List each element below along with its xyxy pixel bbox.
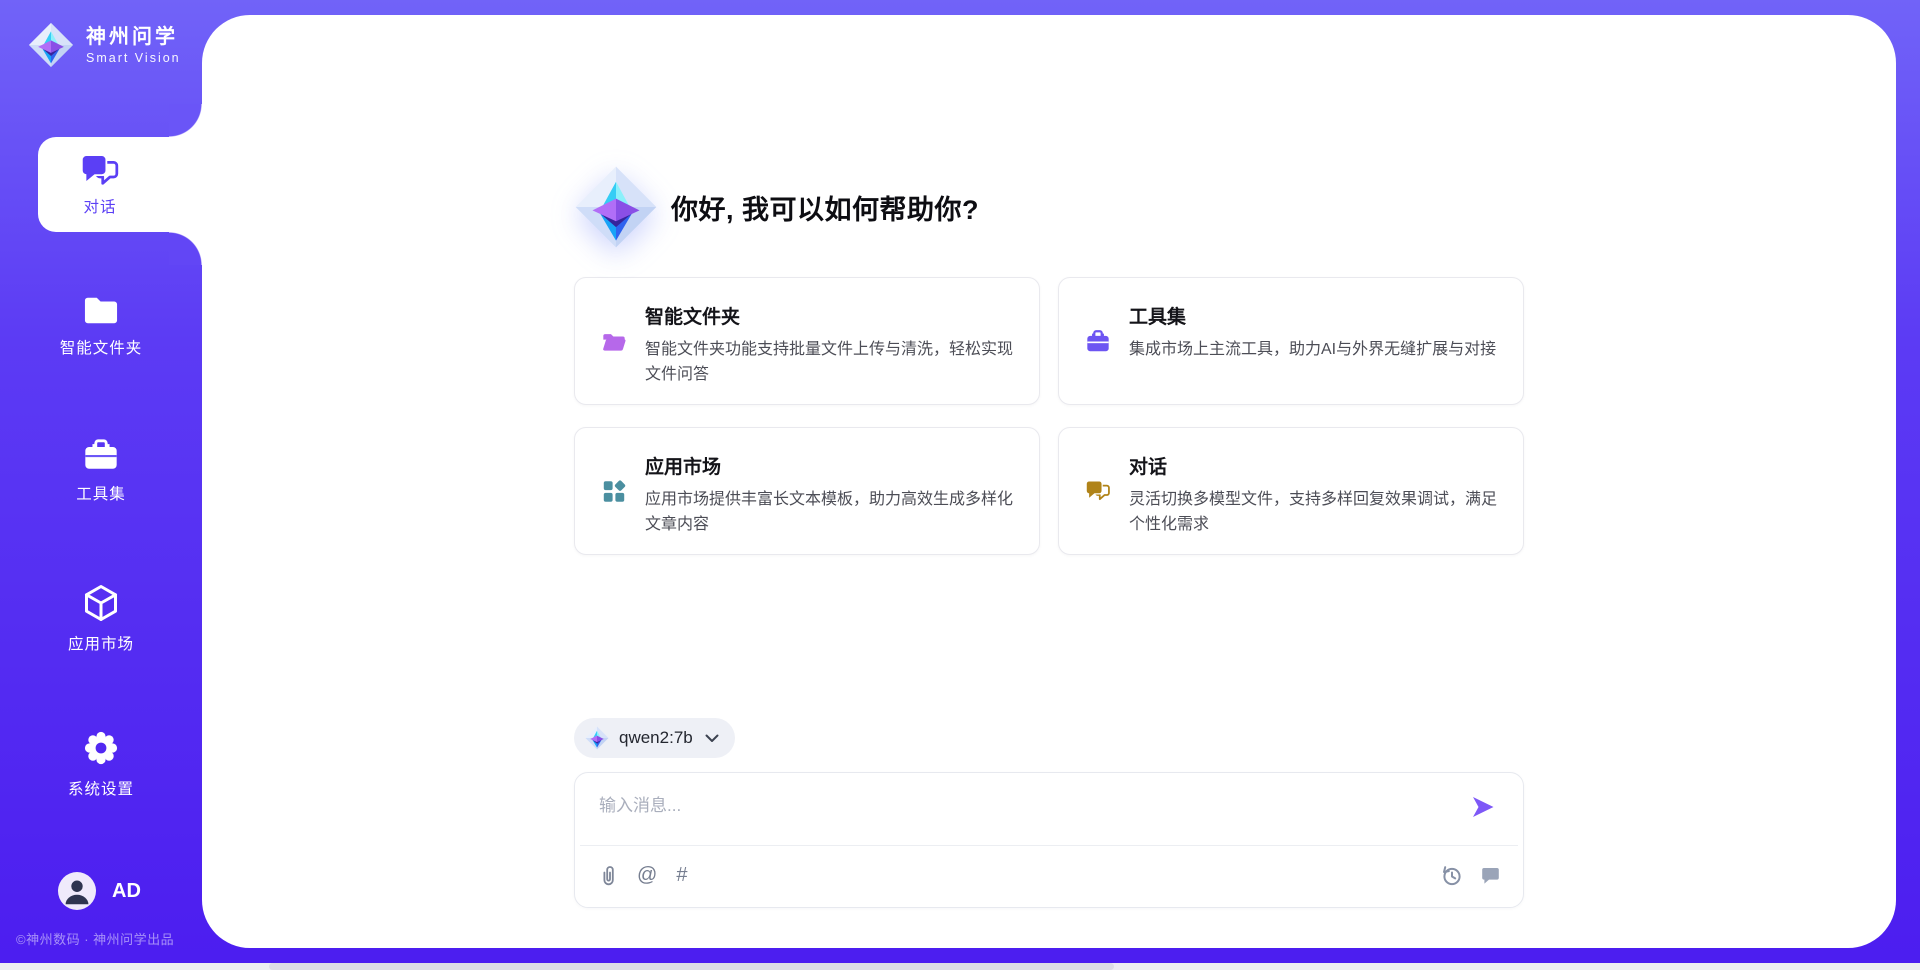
attach-file-button[interactable] [598, 864, 618, 886]
briefcase-icon [82, 438, 120, 473]
card-app-market[interactable]: 应用市场 应用市场提供丰富长文本模板，助力高效生成多样化文章内容 [574, 427, 1040, 555]
copyright-footer: ©神州数码 · 神州问学出品 [16, 929, 206, 948]
app-logo: 神州问学 Smart Vision [28, 22, 181, 68]
send-button[interactable] [1470, 794, 1496, 820]
card-description: 应用市场提供丰富长文本模板，助力高效生成多样化文章内容 [645, 488, 1013, 538]
sidebar-item-label: 系统设置 [68, 777, 134, 799]
sidebar-item-label: 工具集 [76, 482, 126, 504]
mention-button[interactable]: @ [637, 864, 657, 887]
sidebar-item-market[interactable]: 应用市场 [0, 583, 202, 654]
card-smart-folder[interactable]: 智能文件夹 智能文件夹功能支持批量文件上传与清洗，轻松实现文件问答 [574, 277, 1040, 405]
scrollbar-thumb[interactable] [269, 963, 1114, 970]
user-initials: AD [112, 880, 141, 903]
sidebar: 神州问学 Smart Vision 对话 智能文件夹 工具集 [0, 0, 202, 970]
composer-toolbar: @ # [598, 859, 1500, 891]
folder-icon [82, 293, 120, 327]
briefcase-icon [1085, 303, 1111, 380]
message-input[interactable] [599, 791, 1451, 837]
history-button[interactable] [1439, 863, 1463, 887]
app-grid-icon [601, 453, 627, 530]
chat-bubbles-icon [80, 153, 120, 190]
card-title: 应用市场 [645, 452, 1013, 479]
user-account[interactable]: AD [58, 872, 141, 910]
card-toolset[interactable]: 工具集 集成市场上主流工具，助力AI与外界无缝扩展与对接 [1058, 277, 1524, 405]
active-tab-corner-bottom [169, 232, 202, 265]
app-subtitle: Smart Vision [86, 51, 181, 65]
greeting-block: 你好, 我可以如何帮助你? [574, 163, 1524, 251]
sidebar-item-label: 对话 [83, 195, 116, 217]
send-icon [1470, 794, 1496, 820]
chat-bubbles-icon [1085, 453, 1111, 530]
composer-area: qwen2:7b [574, 718, 1524, 908]
horizontal-scrollbar[interactable] [0, 963, 1920, 970]
card-title: 对话 [1129, 452, 1497, 479]
message-composer: @ # [574, 772, 1524, 908]
speech-bubble-icon [1480, 865, 1500, 885]
chevron-down-icon [705, 734, 719, 743]
assistant-diamond-icon [574, 165, 658, 249]
folder-open-icon [601, 303, 627, 380]
card-title: 智能文件夹 [645, 302, 1013, 329]
model-selector[interactable]: qwen2:7b [574, 718, 735, 758]
cube-icon [81, 583, 121, 623]
person-icon [58, 872, 96, 910]
model-diamond-icon [585, 726, 609, 750]
sidebar-item-chat[interactable]: 对话 [38, 137, 202, 232]
greeting-title: 你好, 我可以如何帮助你? [671, 188, 979, 227]
brand-diamond-icon [28, 22, 74, 68]
sidebar-item-tools[interactable]: 工具集 [0, 438, 202, 504]
history-icon [1439, 863, 1463, 887]
app-name: 神州问学 [86, 26, 181, 48]
chat-bubble-button[interactable] [1480, 865, 1500, 885]
hash-icon: # [676, 864, 687, 887]
card-title: 工具集 [1129, 302, 1496, 329]
gear-icon [81, 728, 121, 768]
card-chat[interactable]: 对话 灵活切换多模型文件，支持多样回复效果调试，满足个性化需求 [1058, 427, 1524, 555]
card-description: 集成市场上主流工具，助力AI与外界无缝扩展与对接 [1129, 338, 1496, 363]
main-panel: 你好, 我可以如何帮助你? 智能文件夹 智能文件夹功能支持批量文件上传与清洗，轻… [202, 15, 1896, 948]
topic-button[interactable]: # [676, 864, 687, 887]
sidebar-item-label: 应用市场 [68, 632, 134, 654]
sidebar-item-settings[interactable]: 系统设置 [0, 728, 202, 799]
sidebar-item-folder[interactable]: 智能文件夹 [0, 293, 202, 358]
sidebar-item-label: 智能文件夹 [60, 336, 143, 358]
card-description: 灵活切换多模型文件，支持多样回复效果调试，满足个性化需求 [1129, 488, 1497, 538]
active-tab-corner-top [169, 104, 202, 137]
card-description: 智能文件夹功能支持批量文件上传与清洗，轻松实现文件问答 [645, 338, 1013, 388]
avatar [58, 872, 96, 910]
paperclip-icon [598, 864, 618, 886]
feature-cards: 智能文件夹 智能文件夹功能支持批量文件上传与清洗，轻松实现文件问答 工具集 集成… [574, 277, 1524, 555]
model-name: qwen2:7b [619, 728, 693, 748]
composer-divider [580, 845, 1518, 846]
at-icon: @ [637, 864, 657, 887]
